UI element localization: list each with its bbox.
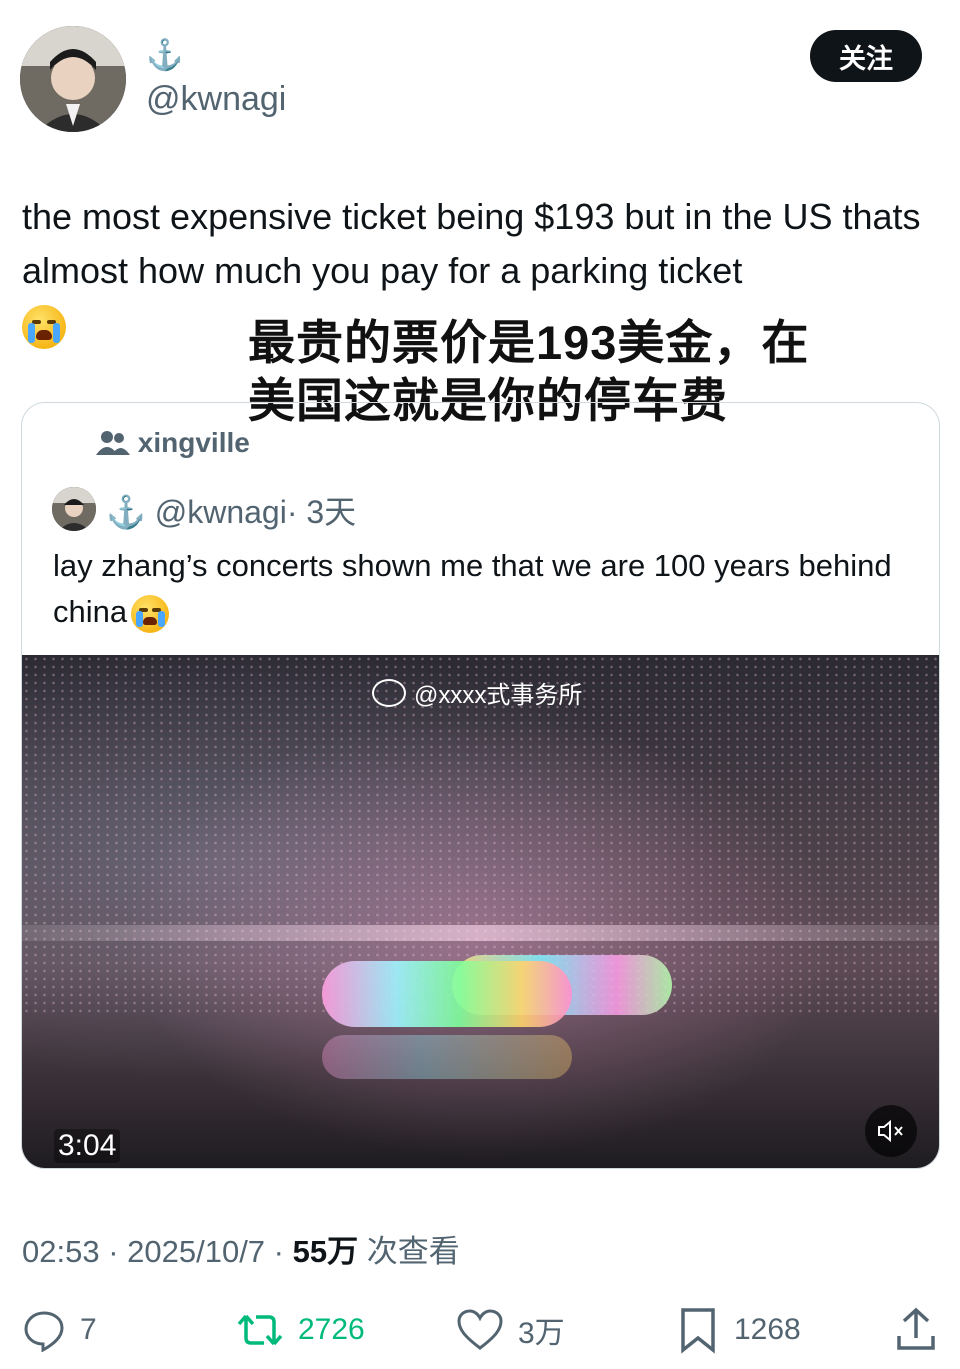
weibo-icon — [372, 678, 406, 707]
retweet-icon — [237, 1314, 283, 1346]
retweet-button[interactable]: 2726 — [236, 1300, 365, 1360]
heart-icon — [457, 1309, 503, 1350]
like-count: 3万 — [518, 1317, 565, 1350]
watermark-text: @xxxx式事务所 — [414, 682, 583, 709]
view-count: 55万 — [292, 1234, 359, 1269]
tweet-date: 2025/10/7 — [127, 1234, 266, 1269]
reply-icon — [24, 1311, 64, 1352]
overlay-caption-line1: 最贵的票价是193美金，在 — [248, 316, 810, 369]
tweet-time: 02:53 — [22, 1234, 100, 1269]
stage-reflection — [322, 1035, 572, 1079]
mute-button[interactable] — [865, 1105, 917, 1157]
bookmark-icon — [681, 1308, 715, 1354]
community-icon — [96, 427, 138, 458]
stage-light-band — [22, 925, 939, 941]
quoted-tweet-text: lay zhang’s concerts shown me that we ar… — [53, 543, 923, 635]
stage-prop-tube — [322, 961, 572, 1027]
video-duration: 3:04 — [54, 1129, 121, 1163]
video-watermark: @xxxx式事务所 — [372, 675, 582, 710]
author-name-symbol[interactable]: ⚓ — [146, 38, 183, 73]
share-button[interactable] — [894, 1300, 938, 1360]
quoted-author-handle: @kwnagi — [154, 494, 287, 530]
bookmark-count: 1268 — [734, 1313, 801, 1346]
quoted-tweet-card[interactable]: xingville ⚓ @kwnagi· 3天 lay zhang’s conc… — [21, 402, 940, 1169]
reply-count: 7 — [80, 1313, 97, 1346]
share-icon — [897, 1307, 935, 1350]
follow-button[interactable]: 关注 — [810, 30, 922, 82]
views-label: 次查看 — [366, 1234, 460, 1269]
community-name: xingville — [137, 427, 250, 458]
bookmark-button[interactable]: 1268 — [676, 1300, 801, 1360]
retweet-count: 2726 — [298, 1313, 365, 1346]
concert-video[interactable]: @xxxx式事务所 3:04 — [22, 655, 939, 1168]
crying-face-emoji-icon — [131, 594, 170, 633]
community-label[interactable]: xingville — [96, 427, 250, 459]
author-handle[interactable]: @kwnagi — [146, 80, 286, 119]
author-avatar[interactable] — [20, 26, 126, 132]
action-bar: 7 2726 3万 1268 — [0, 1300, 960, 1360]
quoted-text: lay zhang’s concerts shown me that we ar… — [53, 548, 892, 629]
tweet-meta: 02:53 · 2025/10/7 · 55万 次查看 — [22, 1234, 460, 1269]
speaker-muted-icon — [878, 1119, 903, 1143]
reply-button[interactable]: 7 — [22, 1300, 97, 1360]
quoted-author-symbol: ⚓ — [106, 494, 146, 530]
quoted-author-avatar[interactable] — [52, 487, 96, 531]
quoted-author-line[interactable]: ⚓ @kwnagi· 3天 — [106, 487, 356, 533]
tweet-text: the most expensive ticket being $193 but… — [22, 196, 921, 291]
quoted-time: · 3天 — [286, 494, 357, 530]
crying-face-emoji-icon — [22, 305, 66, 350]
like-button[interactable]: 3万 — [456, 1300, 565, 1360]
